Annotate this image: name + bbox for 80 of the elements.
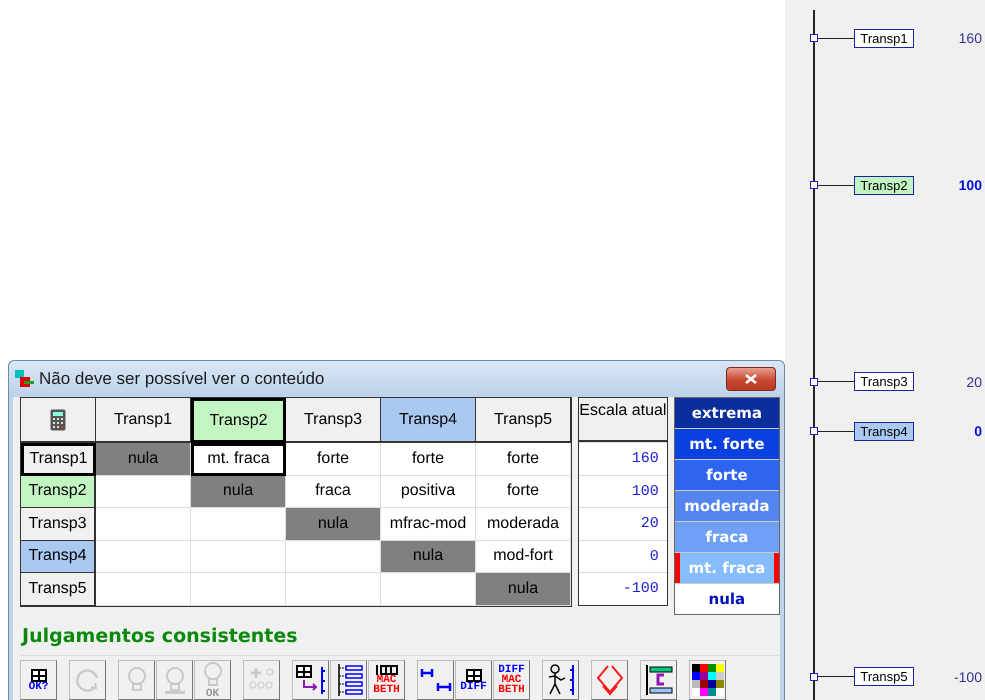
grid-icon [376,665,398,675]
table-cell[interactable]: nula [191,476,286,508]
column-header[interactable]: Transp2 [191,398,286,443]
table-cell[interactable]: nula [381,540,476,573]
table-cell[interactable]: positiva [381,476,476,508]
column-header[interactable]: Transp1 [96,398,191,443]
scale-value: 0 [579,540,667,572]
table-cell[interactable]: fraca [286,476,381,508]
app-icon [15,370,35,388]
light-bulb-icon [202,661,224,689]
table-cell[interactable]: forte [476,443,571,476]
table-cell[interactable]: moderada [476,508,571,540]
option-label[interactable]: Transp2 [854,176,914,195]
grid-icon [30,668,46,682]
intensity-option[interactable]: forte [674,460,779,490]
column-header[interactable]: Transp3 [286,398,381,443]
axis-marker [810,34,818,42]
table-cell[interactable]: mt. fraca [191,443,286,476]
table-cell[interactable]: nula [286,508,381,540]
option-label[interactable]: Transp3 [854,372,914,392]
toolbar-button[interactable] [640,660,677,700]
palette-icon [692,664,724,696]
window-title: Não deve ser possível ver o conteúdo [39,369,326,389]
row-header[interactable]: Transp5 [21,573,96,606]
light-bulb-icon [164,666,186,694]
refresh-icon [74,667,100,693]
toolbar-button[interactable]: DIFF MAC BETH [493,660,530,700]
scale-value: 0 [974,423,982,439]
table-cell[interactable]: nula [96,443,191,476]
row-header[interactable]: Transp4 [21,540,96,573]
scale-value: 100 [579,476,667,507]
axis-marker [810,672,818,681]
axis-marker [810,378,818,386]
option-label[interactable]: Transp5 [854,667,914,686]
scale-value: 160 [958,30,982,46]
column-header[interactable]: Transp5 [476,398,571,443]
axis-marker [810,181,818,190]
intensity-option[interactable]: nula [674,584,779,614]
intensity-option[interactable]: mt. forte [674,429,779,459]
table-cell[interactable]: nula [476,573,571,606]
toolbar-button[interactable] [542,660,579,700]
row-header[interactable]: Transp2 [21,476,96,508]
bars-icon [420,666,452,694]
close-icon [744,374,758,384]
scale-value: -100 [579,573,667,604]
status-message: Julgamentos consistentes [22,625,299,649]
row-header[interactable]: Transp1 [21,443,96,476]
intensity-option[interactable]: extrema [674,398,779,428]
light-bulb-icon [126,666,148,694]
axis-marker [810,427,818,435]
table-cell[interactable]: forte [286,443,381,476]
toolbar-button[interactable]: OK? [20,660,57,700]
toolbar-button[interactable] [417,660,454,700]
option-label[interactable]: Transp1 [854,28,914,48]
scale-value: 100 [958,177,982,194]
row-header[interactable]: Transp3 [21,508,96,540]
toolbar-button[interactable] [689,660,726,700]
toolbar-button[interactable]: DIFF [455,660,492,700]
column-header: Escala atual [579,398,667,442]
calculator-button[interactable] [21,398,96,443]
scale-value: 20 [579,508,667,540]
scale-value: -100 [954,668,982,685]
table-cell[interactable]: forte [381,443,476,476]
intensity-option[interactable]: moderada [674,491,779,521]
toolbar-button[interactable] [330,660,367,700]
scale-value: 20 [966,374,982,390]
table-cell[interactable]: forte [476,476,571,508]
column-header[interactable]: Transp4 [381,398,476,443]
table-cell[interactable]: mfrac-mod [381,508,476,540]
grid-icon [466,668,482,682]
grid-arrow-icon [296,665,326,695]
option-label[interactable]: Transp4 [854,422,914,440]
toolbar-button[interactable] [292,660,329,700]
close-button[interactable] [726,367,776,391]
bar-icon [644,665,674,695]
toolbar-button[interactable]: MAC BETH [368,660,405,700]
calculator-icon [50,408,66,430]
table-cell[interactable]: mod-fort [476,540,571,573]
diamond-icon [594,664,624,696]
scale-value: 160 [579,443,667,474]
